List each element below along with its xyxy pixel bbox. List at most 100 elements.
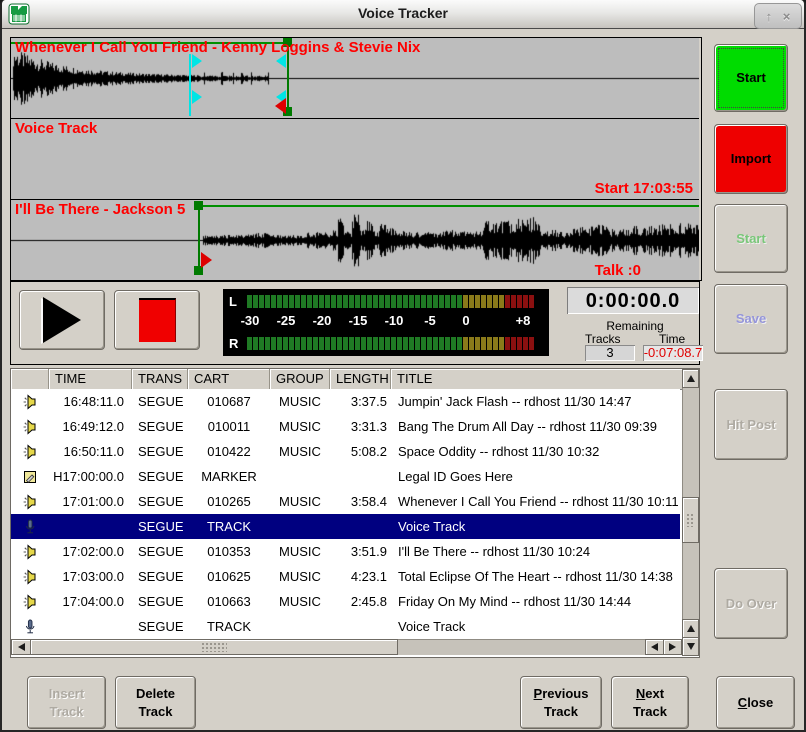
horizontal-scrollbar[interactable] <box>11 639 680 655</box>
log-row[interactable]: 17:01:00.0SEGUE010265MUSIC3:58.4Whenever… <box>11 489 680 514</box>
log-row[interactable]: 17:02:00.0SEGUE010353MUSIC3:51.9I'll Be … <box>11 539 680 564</box>
previous-track-button[interactable]: PreviousTrack <box>520 676 602 729</box>
meter-segment <box>481 337 486 350</box>
column-header-time[interactable]: TIME <box>49 369 132 389</box>
meter-segment <box>433 295 438 308</box>
fade-marker-handle[interactable] <box>192 54 202 68</box>
log-row[interactable]: 16:50:11.0SEGUE010422MUSIC5:08.2Space Od… <box>11 439 680 464</box>
start-playback-button: Start <box>714 204 788 273</box>
waveform-panel-next-track[interactable]: I'll Be There - Jackson 5 Talk :0 <box>11 200 699 280</box>
cell-cart: MARKER <box>188 469 270 484</box>
waveform-panel-previous-track[interactable]: Whenever I Call You Friend - Kenny Loggi… <box>11 38 699 119</box>
vertical-scrollbar[interactable] <box>682 369 699 655</box>
meter-segment <box>397 295 402 308</box>
horizontal-scroll-thumb[interactable] <box>30 639 398 655</box>
play-button[interactable] <box>19 290 105 350</box>
vertical-scroll-thumb[interactable] <box>682 497 699 543</box>
fade-marker-line[interactable] <box>189 54 191 116</box>
fade-marker-handle[interactable] <box>192 90 202 104</box>
arrow-left-icon <box>18 643 25 651</box>
log-row[interactable]: 17:03:00.0SEGUE010625MUSIC4:23.1Total Ec… <box>11 564 680 589</box>
start-marker-handle[interactable] <box>201 252 212 268</box>
meter-segment <box>421 295 426 308</box>
meter-segment <box>427 337 432 350</box>
scroll-up-button[interactable] <box>682 369 699 388</box>
log-row[interactable]: 16:49:12.0SEGUE010011MUSIC3:31.3Bang The… <box>11 414 680 439</box>
scroll-left-button[interactable] <box>11 639 31 655</box>
track-start-handle[interactable] <box>194 201 203 210</box>
column-header-group[interactable]: GROUP <box>270 369 330 389</box>
log-row[interactable]: H17:00:00.0SEGUEMARKERLegal ID Goes Here <box>11 464 680 489</box>
cell-length: 4:23.1 <box>330 569 391 584</box>
thumb-grip <box>686 513 695 527</box>
meter-segment <box>295 337 300 350</box>
log-row[interactable]: 16:48:11.0SEGUE010687MUSIC3:37.5Jumpin' … <box>11 389 680 414</box>
close-button[interactable]: Close <box>716 676 795 729</box>
meter-segment <box>277 295 282 308</box>
cell-length: 3:58.4 <box>330 494 391 509</box>
save-button: Save <box>714 284 788 354</box>
titlebar-buttons: ↑ × <box>754 3 802 29</box>
scroll-down-button[interactable] <box>682 637 699 656</box>
delete-track-button[interactable]: DeleteTrack <box>115 676 196 729</box>
meter-segment <box>259 337 264 350</box>
meter-segment <box>415 337 420 350</box>
next-track-title: I'll Be There - Jackson 5 <box>15 201 185 218</box>
meter-segment <box>445 337 450 350</box>
meter-segment <box>283 337 288 350</box>
cell-time: 17:01:00.0 <box>49 494 132 509</box>
start-record-button[interactable]: Start <box>714 44 788 112</box>
cell-trans: SEGUE <box>132 519 188 534</box>
column-header-trans[interactable]: TRANS <box>132 369 188 389</box>
meter-segment <box>385 295 390 308</box>
log-row[interactable]: 17:04:00.0SEGUE010663MUSIC2:45.8Friday O… <box>11 589 680 614</box>
cell-length: 2:45.8 <box>330 594 391 609</box>
fade-end-handle[interactable] <box>276 54 286 68</box>
scroll-up-button-2[interactable] <box>682 619 699 638</box>
waveform-panel-voice-track[interactable]: Voice Track Start 17:03:55 <box>11 119 699 200</box>
meter-segment <box>379 337 384 350</box>
cell-trans: SEGUE <box>132 594 188 609</box>
meter-segment <box>253 337 258 350</box>
cell-cart: 010353 <box>188 544 270 559</box>
shade-window-icon[interactable]: ↑ <box>766 10 773 23</box>
remaining-tracks-value: 3 <box>585 345 635 361</box>
meter-left-label: L <box>229 294 237 309</box>
import-button[interactable]: Import <box>714 124 788 194</box>
cell-group: MUSIC <box>270 494 330 509</box>
meter-segment <box>523 295 528 308</box>
scroll-right-button[interactable] <box>663 639 682 655</box>
meter-segment <box>523 337 528 350</box>
column-header-title[interactable]: TITLE <box>391 369 699 389</box>
cell-trans: SEGUE <box>132 394 188 409</box>
meter-scale-tick: -30 <box>241 313 260 328</box>
cell-cart: 010625 <box>188 569 270 584</box>
meter-segment <box>487 295 492 308</box>
stop-button[interactable] <box>114 290 200 350</box>
meter-segment <box>517 337 522 350</box>
end-marker-handle[interactable] <box>275 98 286 114</box>
meter-segment <box>331 337 336 350</box>
mic-icon <box>11 619 49 635</box>
log-row[interactable]: SEGUETRACKVoice Track <box>11 614 680 639</box>
track-start-line[interactable] <box>198 203 200 275</box>
meter-segment <box>283 295 288 308</box>
meter-segment <box>475 295 480 308</box>
column-header-icon[interactable] <box>11 369 49 389</box>
meter-segment <box>301 295 306 308</box>
meter-segment <box>373 295 378 308</box>
titlebar[interactable]: Voice Tracker ↑ × <box>2 0 804 29</box>
cell-title: Voice Track <box>391 519 680 534</box>
next-track-button[interactable]: NextTrack <box>611 676 689 729</box>
voice-track-title: Voice Track <box>15 120 97 137</box>
meter-segment <box>277 337 282 350</box>
cell-title: Voice Track <box>391 619 680 634</box>
scroll-left-button-2[interactable] <box>645 639 664 655</box>
meter-segment <box>379 295 384 308</box>
column-header-length[interactable]: LENGTH <box>330 369 391 389</box>
column-header-cart[interactable]: CART <box>188 369 270 389</box>
meter-segment <box>319 295 324 308</box>
close-window-icon[interactable]: × <box>783 10 791 23</box>
log-row[interactable]: SEGUETRACKVoice Track <box>11 514 680 539</box>
meter-segment <box>253 295 258 308</box>
